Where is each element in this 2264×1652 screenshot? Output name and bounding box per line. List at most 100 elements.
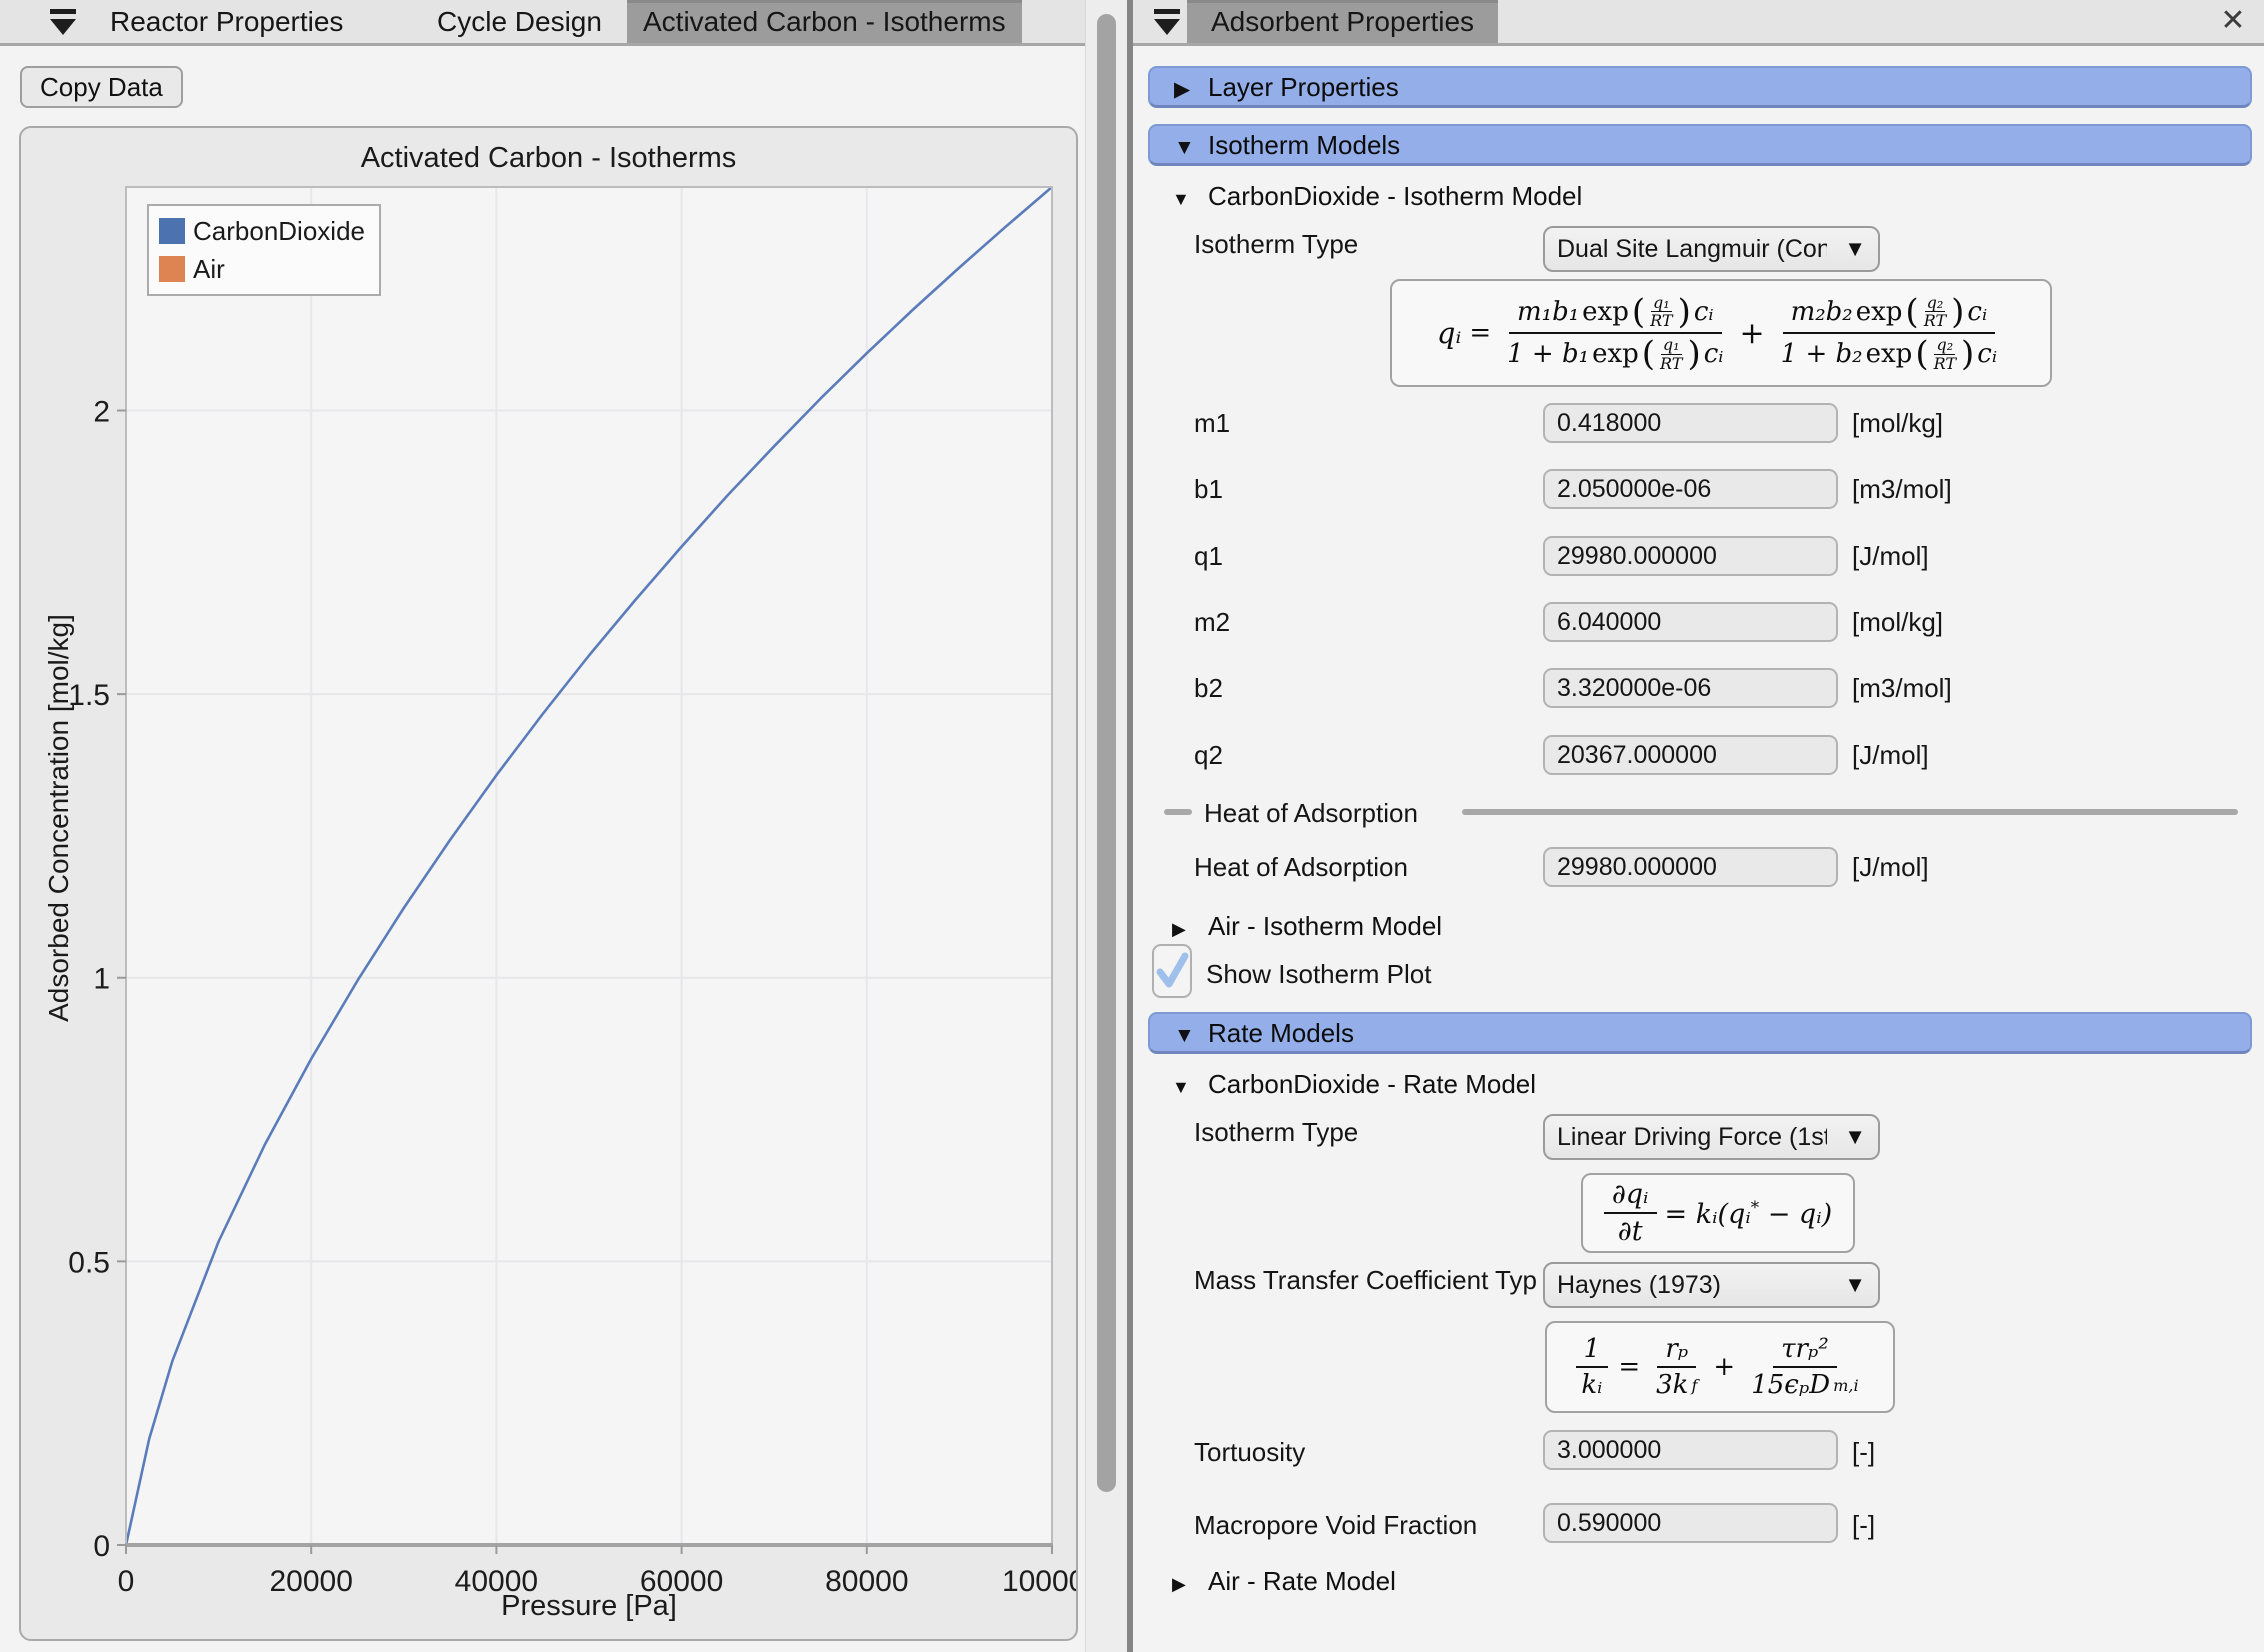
m2-label: m2	[1194, 606, 1230, 638]
tortuosity-unit: [-]	[1852, 1436, 1875, 1468]
legend-label: Air	[193, 254, 225, 285]
q2-input[interactable]	[1543, 735, 1838, 775]
heat-of-adsorption-label: Heat of Adsorption	[1194, 851, 1408, 883]
eq-text: m₁b₁	[1517, 297, 1579, 327]
isotherm-type-select[interactable]: Dual Site Langmuir (Con ▼	[1543, 226, 1880, 272]
b1-input[interactable]	[1543, 469, 1838, 509]
ldf-equation: ∂qᵢ ∂t = kᵢ(qᵢ* − qᵢ)	[1581, 1173, 1855, 1253]
section-isotherm-models[interactable]: ▼Isotherm Models	[1148, 124, 2252, 166]
subsection-air-isotherm-model[interactable]: ▶Air - Isotherm Model	[1172, 910, 1442, 942]
rate-isotherm-type-select[interactable]: Linear Driving Force (1st ▼	[1543, 1114, 1880, 1160]
q1-input[interactable]	[1543, 536, 1838, 576]
b1-unit: [m3/mol]	[1852, 473, 1952, 505]
dock-panel-icon[interactable]	[48, 8, 78, 36]
vertical-scrollbar-thumb[interactable]	[1097, 14, 1116, 1492]
eq-frac-num: q₂	[1934, 336, 1955, 355]
mass-transfer-coefficient-type-label: Mass Transfer Coefficient Type	[1194, 1264, 1538, 1296]
show-isotherm-plot-label: Show Isotherm Plot	[1206, 958, 1431, 990]
eq-equals: =	[1618, 1352, 1640, 1382]
tab-adsorbent-properties[interactable]: Adsorbent Properties	[1187, 0, 1498, 43]
eq-frac-1: rₚ 3kf	[1648, 1334, 1705, 1400]
legend-item: Air	[159, 250, 365, 288]
eq-frac-den: 15ϵₚD	[1751, 1370, 1830, 1400]
eq-paren: (	[1915, 337, 1928, 371]
right-tab-bar: Adsorbent Properties ✕	[1133, 0, 2264, 46]
y-tick-label: 1	[93, 963, 110, 996]
eq-frac-num: q₂	[1925, 294, 1946, 313]
plot-background	[126, 187, 1052, 1545]
legend-swatch-air	[159, 256, 185, 282]
chart-legend: CarbonDioxide Air	[147, 204, 381, 296]
eq-frac-2: τrₚ² 15ϵₚDm,i	[1743, 1334, 1866, 1400]
subsection-co2-rate-model[interactable]: ▼CarbonDioxide - Rate Model	[1172, 1068, 1536, 1100]
eq-text: cᵢ	[1977, 339, 1997, 369]
eq-term2: m₂b₂ exp ( q₂RT ) cᵢ 1 + b₂ exp ( q₂RT )…	[1773, 294, 2005, 372]
vertical-scrollbar-track[interactable]	[1085, 0, 1128, 1652]
subsection-air-rate-model[interactable]: ▶Air - Rate Model	[1172, 1565, 1396, 1597]
tab-reactor-properties[interactable]: Reactor Properties	[110, 0, 343, 43]
eq-paren: (	[1632, 295, 1645, 329]
section-title: Layer Properties	[1208, 72, 1399, 102]
selected-option: Linear Driving Force (1st	[1557, 1116, 1827, 1158]
q1-label: q1	[1194, 540, 1223, 572]
macropore-void-fraction-unit: [-]	[1852, 1509, 1875, 1541]
chart-y-axis-label: Adsorbed Concentration [mol/kg]	[43, 614, 75, 1022]
eq-sup: *	[1751, 1197, 1759, 1217]
subsection-title: CarbonDioxide - Isotherm Model	[1208, 181, 1582, 211]
chevron-right-icon: ▶	[1172, 913, 1208, 945]
b2-label: b2	[1194, 672, 1223, 704]
b1-label: b1	[1194, 473, 1223, 505]
heat-of-adsorption-input[interactable]	[1543, 847, 1838, 887]
copy-data-button[interactable]: Copy Data	[20, 66, 183, 108]
dropdown-arrow-icon: ▼	[1844, 1116, 1866, 1158]
dual-site-langmuir-equation: qᵢ = m₁b₁ exp ( q₁RT ) cᵢ 1 + b₁ exp ( q…	[1390, 279, 2052, 387]
b2-input[interactable]	[1543, 668, 1838, 708]
tortuosity-label: Tortuosity	[1194, 1436, 1305, 1468]
subsection-co2-isotherm-model[interactable]: ▼CarbonDioxide - Isotherm Model	[1172, 180, 1582, 212]
eq-text: − qᵢ)	[1759, 1199, 1832, 1230]
subsection-title: CarbonDioxide - Rate Model	[1208, 1069, 1536, 1099]
q2-label: q2	[1194, 739, 1223, 771]
section-layer-properties[interactable]: ▶Layer Properties	[1148, 66, 2252, 108]
eq-text: = kᵢ(qᵢ	[1665, 1199, 1751, 1230]
show-isotherm-plot-checkbox[interactable]	[1152, 944, 1192, 998]
chevron-down-icon: ▼	[1174, 1017, 1208, 1055]
legend-item: CarbonDioxide	[159, 212, 365, 250]
chevron-right-icon: ▶	[1174, 71, 1208, 109]
tortuosity-input[interactable]	[1543, 1430, 1838, 1470]
eq-term1: m₁b₁ exp ( q₁RT ) cᵢ 1 + b₁ exp ( q₁RT )…	[1499, 294, 1731, 372]
macropore-void-fraction-label: Macropore Void Fraction	[1194, 1509, 1477, 1541]
isotherm-chart-panel: Activated Carbon - Isotherms 02000040000…	[19, 126, 1078, 1641]
subsection-title: Air - Rate Model	[1208, 1566, 1396, 1596]
chart-x-axis-label: Pressure [Pa]	[126, 1590, 1052, 1623]
m2-unit: [mol/kg]	[1852, 606, 1943, 638]
check-icon	[1154, 946, 1190, 996]
eq-frac-num: q₁	[1651, 294, 1672, 313]
m1-input[interactable]	[1543, 403, 1838, 443]
b2-unit: [m3/mol]	[1852, 672, 1952, 704]
dock-panel-icon[interactable]	[1152, 8, 1182, 36]
section-rate-models[interactable]: ▼Rate Models	[1148, 1012, 2252, 1054]
tab-activated-carbon-isotherms[interactable]: Activated Carbon - Isotherms	[627, 0, 1022, 43]
panel-splitter[interactable]	[1127, 0, 1133, 1652]
eq-paren: )	[1961, 337, 1974, 371]
section-title: Rate Models	[1208, 1018, 1354, 1048]
eq-plus: +	[1713, 1352, 1735, 1382]
macropore-void-fraction-input[interactable]	[1543, 1503, 1838, 1543]
eq-frac-den: RT	[1922, 312, 1948, 330]
m1-unit: [mol/kg]	[1852, 407, 1943, 439]
eq-paren: (	[1905, 295, 1918, 329]
eq-sub: f	[1691, 1376, 1697, 1395]
dropdown-arrow-icon: ▼	[1844, 228, 1866, 270]
m2-input[interactable]	[1543, 602, 1838, 642]
eq-frac-den: ∂t	[1618, 1216, 1643, 1247]
mass-transfer-coefficient-type-select[interactable]: Haynes (1973) ▼	[1543, 1262, 1880, 1308]
q1-unit: [J/mol]	[1852, 540, 1929, 572]
tab-cycle-design[interactable]: Cycle Design	[437, 0, 602, 43]
eq-frac-den: 3k	[1656, 1370, 1688, 1400]
eq-text: 1 + b₁	[1507, 339, 1589, 369]
section-title: Isotherm Models	[1208, 130, 1400, 160]
eq-exp: exp	[1582, 297, 1629, 327]
close-icon[interactable]: ✕	[2212, 2, 2254, 40]
eq-exp: exp	[1592, 339, 1639, 369]
